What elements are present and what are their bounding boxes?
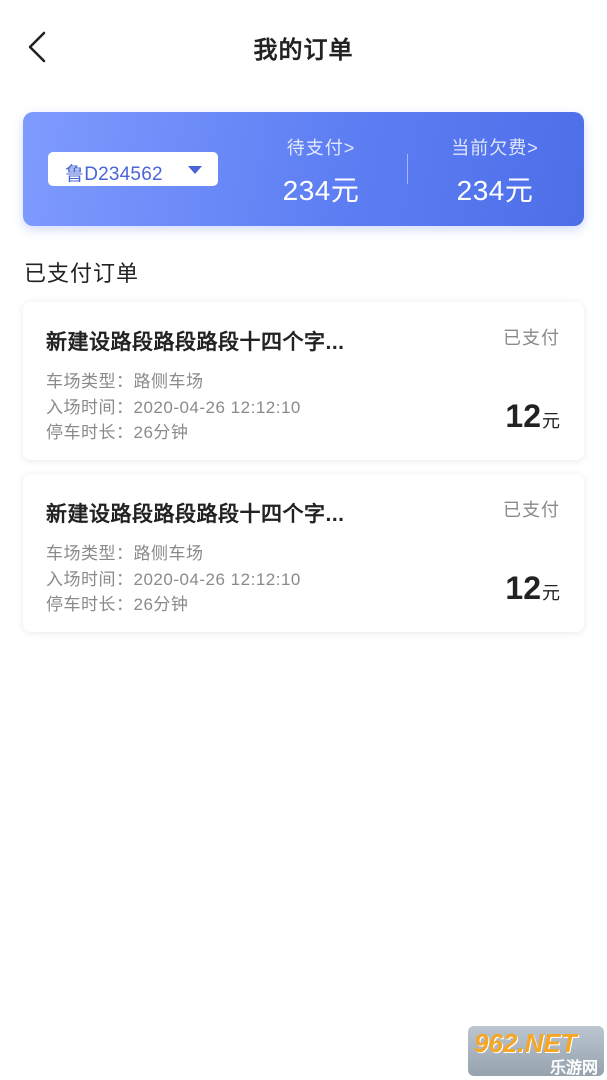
section-title: 已支付订单 xyxy=(24,261,140,286)
entry-time: 入场时间：2020-04-26 12:12:10 xyxy=(46,570,301,589)
pending-payment-link[interactable]: 待支付> 234元 xyxy=(246,134,396,209)
arrears-link[interactable]: 当前欠费> 234元 xyxy=(420,134,570,209)
order-status: 已支付 xyxy=(503,500,560,520)
entry-time: 入场时间：2020-04-26 12:12:10 xyxy=(46,398,301,417)
pending-value: 234元 xyxy=(282,175,360,206)
watermark-bottom: 乐游网 xyxy=(549,1060,598,1077)
divider xyxy=(407,154,408,184)
amount-value: 12 xyxy=(505,570,541,606)
order-card[interactable]: 新建设路段路段路段十四个字... 已支付 车场类型：路侧车场 入场时间：2020… xyxy=(23,302,584,460)
summary-card: 鲁D234562 待支付> 234元 当前欠费> 234元 xyxy=(23,112,584,226)
watermark-logo: 962.NET 乐游网 xyxy=(468,1026,604,1077)
order-name: 新建设路段路段路段十四个字... xyxy=(46,331,345,354)
page-title: 我的订单 xyxy=(253,37,354,64)
pending-label: 待支付> xyxy=(286,138,356,158)
parking-type: 车场类型：路侧车场 xyxy=(46,372,204,391)
amount-value: 12 xyxy=(505,398,541,434)
order-name: 新建设路段路段路段十四个字... xyxy=(46,503,345,526)
order-amount: 12元 xyxy=(505,570,560,607)
arrears-value: 234元 xyxy=(456,175,534,206)
order-amount: 12元 xyxy=(505,398,560,435)
parking-type: 车场类型：路侧车场 xyxy=(46,544,204,563)
amount-unit: 元 xyxy=(542,583,560,603)
arrears-label: 当前欠费> xyxy=(451,138,539,158)
plate-selector[interactable]: 鲁D234562 xyxy=(48,152,218,186)
amount-unit: 元 xyxy=(542,411,560,431)
parking-duration: 停车时长：26分钟 xyxy=(46,423,189,442)
order-status: 已支付 xyxy=(503,328,560,348)
parking-duration: 停车时长：26分钟 xyxy=(46,595,189,614)
plate-number: 鲁D234562 xyxy=(65,164,163,185)
order-card[interactable]: 新建设路段路段路段十四个字... 已支付 车场类型：路侧车场 入场时间：2020… xyxy=(23,474,584,632)
caret-down-icon xyxy=(188,166,202,174)
top-bar: 我的订单 xyxy=(0,0,607,96)
